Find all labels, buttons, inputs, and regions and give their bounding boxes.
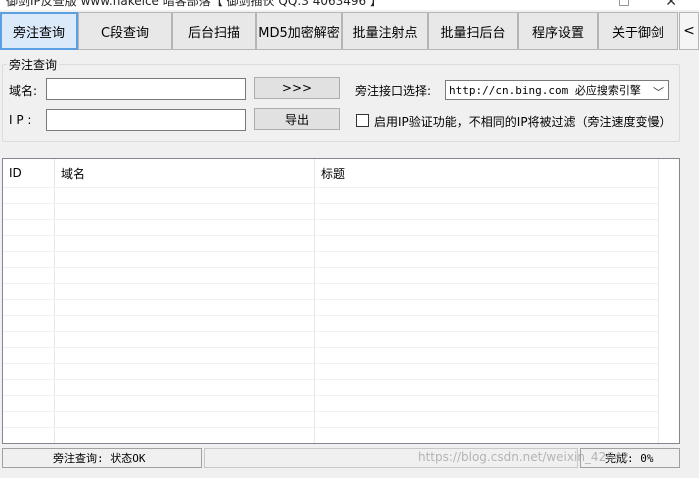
table-row <box>3 203 658 204</box>
tab-c-segment[interactable]: C段查询 <box>78 12 172 50</box>
table-row <box>3 347 658 348</box>
tab-settings[interactable]: 程序设置 <box>518 12 598 50</box>
tab-admin-scan[interactable]: 后台扫描 <box>172 12 256 50</box>
domain-input[interactable] <box>46 78 246 100</box>
table-row <box>3 315 658 316</box>
table-row <box>3 427 658 428</box>
table-row <box>3 219 658 220</box>
column-divider <box>54 159 55 443</box>
tab-side-injection[interactable]: 旁注查询 <box>0 12 78 50</box>
column-domain[interactable]: 域名 <box>55 159 315 187</box>
table-row <box>3 235 658 236</box>
chevron-left-icon[interactable]: < <box>679 12 699 50</box>
column-id[interactable]: ID <box>3 159 55 187</box>
status-text: 旁注查询: 状态OK <box>2 448 202 468</box>
table-row <box>3 395 658 396</box>
title-bar: 御剑IP反查版 www.hakeice 暗客部落【 御剑插伙 QQ:3 4063… <box>0 0 699 10</box>
window-title: 御剑IP反查版 www.hakeice 暗客部落【 御剑插伙 QQ:3 4063… <box>6 0 383 8</box>
table-row <box>3 267 658 268</box>
api-select-label: 旁注接口选择: <box>355 84 432 98</box>
api-select-value: http://cn.bing.com 必应搜索引擎 <box>449 84 641 97</box>
minimize-icon[interactable] <box>619 0 629 6</box>
table-row <box>3 299 658 300</box>
domain-label: 域名: <box>9 84 38 98</box>
table-row <box>3 411 658 412</box>
ip-input[interactable] <box>46 109 246 131</box>
table-row <box>3 251 658 252</box>
tab-batch-admin[interactable]: 批量扫后台 <box>428 12 518 50</box>
export-button[interactable]: 导出 <box>254 108 340 130</box>
ip-label: I P : <box>9 113 32 127</box>
table-header: ID 域名 标题 <box>3 159 679 187</box>
watermark: https://blog.csdn.net/weixin_42642 <box>418 450 630 464</box>
tab-strip: 旁注查询 C段查询 后台扫描 MD5加密解密 批量注射点 批量扫后台 程序设置 … <box>0 12 699 50</box>
table-row <box>3 187 658 188</box>
chevron-down-icon: ﹀ <box>653 86 664 99</box>
tab-md5[interactable]: MD5加密解密 <box>256 12 342 50</box>
close-icon[interactable]: ✕ <box>665 0 677 10</box>
table-row <box>3 363 658 364</box>
table-row <box>3 283 658 284</box>
ip-verify-label: 启用IP验证功能，不相同的IP将被过滤（旁注速度变慢） <box>374 115 672 129</box>
table-row <box>3 331 658 332</box>
column-divider <box>314 159 315 443</box>
tab-batch-injection[interactable]: 批量注射点 <box>342 12 428 50</box>
results-table[interactable]: ID 域名 标题 <box>2 158 680 444</box>
query-group-title: 旁注查询 <box>7 56 60 73</box>
api-select[interactable]: http://cn.bing.com 必应搜索引擎 ﹀ <box>445 80 669 100</box>
tab-about[interactable]: 关于御剑 <box>598 12 678 50</box>
column-title[interactable]: 标题 <box>315 159 658 187</box>
query-go-button[interactable]: >>> <box>254 77 340 99</box>
ip-verify-checkbox[interactable] <box>356 114 369 127</box>
table-row <box>3 379 658 380</box>
column-divider <box>658 159 659 443</box>
